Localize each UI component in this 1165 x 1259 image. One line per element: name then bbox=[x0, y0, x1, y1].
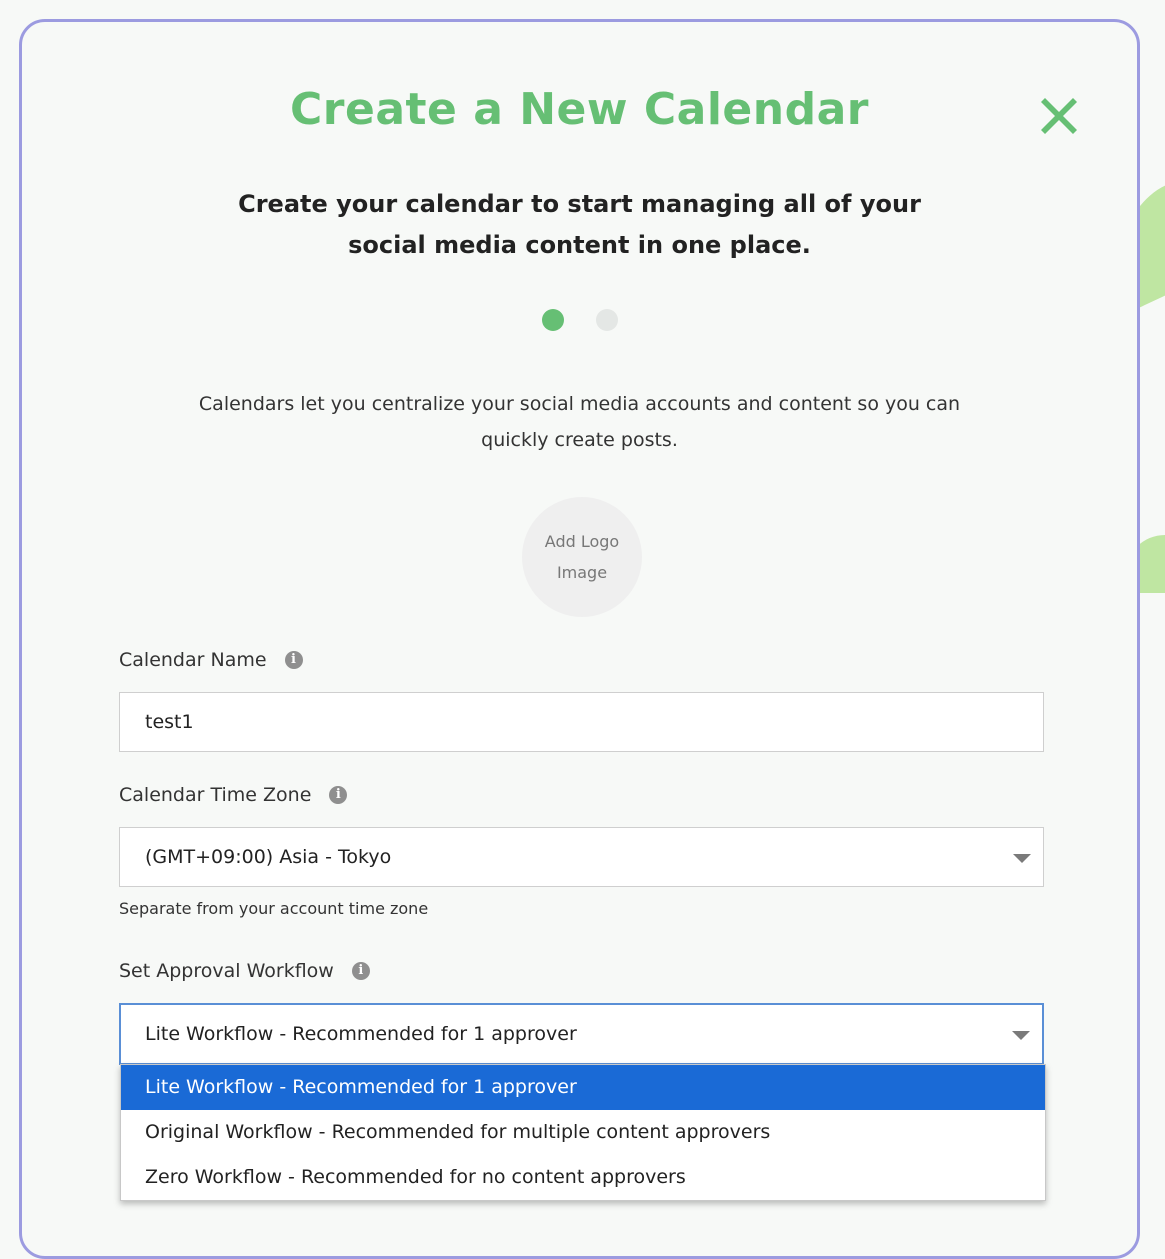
subtitle-line-1: Create your calendar to start managing a… bbox=[238, 190, 921, 218]
add-logo-line-2: Image bbox=[556, 563, 608, 582]
calendar-name-label-text: Calendar Name bbox=[119, 649, 267, 671]
subtitle-line-2: social media content in one place. bbox=[348, 231, 811, 259]
description-line-2: quickly create posts. bbox=[481, 429, 678, 451]
calendar-name-value: test1 bbox=[145, 711, 194, 733]
workflow-value: Lite Workflow - Recommended for 1 approv… bbox=[145, 1023, 577, 1045]
modal-subtitle: Create your calendar to start managing a… bbox=[22, 184, 1137, 266]
add-logo-line-1: Add Logo bbox=[544, 532, 620, 551]
add-logo-image-button[interactable]: Add Logo Image bbox=[522, 497, 642, 617]
calendar-name-input[interactable]: test1 bbox=[119, 692, 1044, 752]
time-zone-help-text: Separate from your account time zone bbox=[119, 899, 429, 918]
workflow-option-original[interactable]: Original Workflow - Recommended for mult… bbox=[121, 1110, 1045, 1155]
workflow-label: Set Approval Workflow i bbox=[119, 960, 370, 982]
info-icon[interactable]: i bbox=[284, 651, 303, 669]
info-icon[interactable]: i bbox=[351, 962, 370, 980]
chevron-down-icon bbox=[1013, 854, 1031, 863]
description-text: Calendars let you centralize your social… bbox=[22, 386, 1137, 458]
workflow-label-text: Set Approval Workflow bbox=[119, 960, 334, 982]
workflow-select[interactable]: Lite Workflow - Recommended for 1 approv… bbox=[119, 1003, 1044, 1065]
time-zone-select[interactable]: (GMT+09:00) Asia - Tokyo bbox=[119, 827, 1044, 887]
time-zone-value: (GMT+09:00) Asia - Tokyo bbox=[145, 846, 392, 868]
step-indicator bbox=[22, 309, 1137, 331]
workflow-option-zero[interactable]: Zero Workflow - Recommended for no conte… bbox=[121, 1155, 1045, 1200]
workflow-dropdown-list: Lite Workflow - Recommended for 1 approv… bbox=[120, 1064, 1046, 1201]
info-icon[interactable]: i bbox=[329, 786, 348, 804]
description-line-1: Calendars let you centralize your social… bbox=[198, 393, 961, 415]
chevron-down-icon bbox=[1012, 1031, 1030, 1040]
workflow-option-lite[interactable]: Lite Workflow - Recommended for 1 approv… bbox=[121, 1065, 1045, 1110]
time-zone-label-text: Calendar Time Zone bbox=[119, 784, 312, 806]
calendar-name-label: Calendar Name i bbox=[119, 649, 303, 671]
close-icon[interactable] bbox=[1037, 94, 1081, 138]
time-zone-label: Calendar Time Zone i bbox=[119, 784, 348, 806]
step-dot-1 bbox=[541, 309, 564, 331]
step-dot-2 bbox=[595, 309, 618, 331]
modal-title: Create a New Calendar bbox=[290, 84, 869, 135]
